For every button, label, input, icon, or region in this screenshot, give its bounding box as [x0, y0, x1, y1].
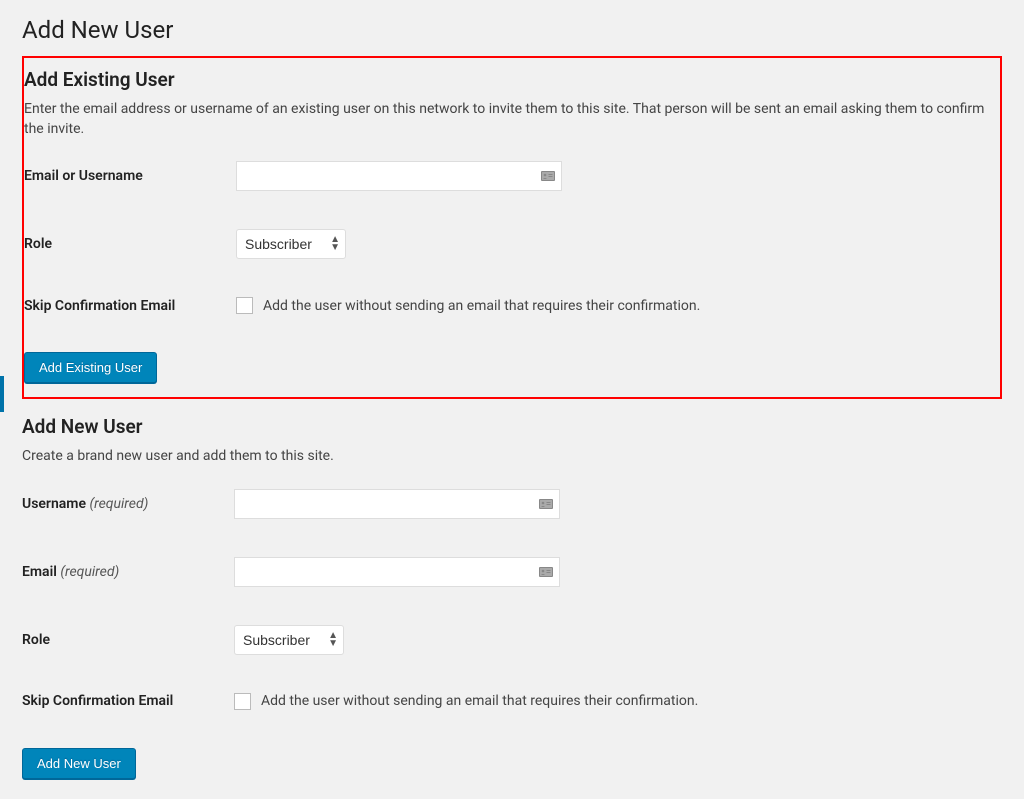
page-title: Add New User	[22, 16, 1002, 44]
add-existing-user-button[interactable]: Add Existing User	[24, 352, 157, 383]
add-existing-user-section: Add Existing User Enter the email addres…	[22, 56, 1002, 399]
existing-description: Enter the email address or username of a…	[24, 100, 992, 139]
new-email-required: (required)	[60, 564, 119, 580]
existing-role-select[interactable]: Subscriber	[236, 229, 346, 259]
existing-heading: Add Existing User	[24, 68, 992, 91]
new-skip-checkbox[interactable]	[234, 693, 251, 710]
new-skip-label: Skip Confirmation Email	[22, 693, 234, 709]
sidebar-active-indicator	[0, 376, 4, 412]
new-username-label: Username (required)	[22, 496, 234, 512]
new-skip-help: Add the user without sending an email th…	[261, 693, 698, 709]
new-role-select[interactable]: Subscriber	[234, 625, 344, 655]
new-role-label: Role	[22, 632, 234, 648]
new-username-label-text: Username	[22, 496, 86, 512]
new-description: Create a brand new user and add them to …	[22, 447, 1002, 467]
existing-email-input[interactable]	[236, 161, 562, 191]
existing-skip-label: Skip Confirmation Email	[24, 298, 236, 314]
new-heading: Add New User	[22, 415, 1002, 438]
new-email-label-text: Email	[22, 564, 57, 580]
existing-skip-checkbox[interactable]	[236, 297, 253, 314]
new-email-input[interactable]	[234, 557, 560, 587]
existing-email-label: Email or Username	[24, 168, 236, 184]
add-new-user-button[interactable]: Add New User	[22, 748, 136, 779]
new-username-required: (required)	[89, 496, 148, 512]
existing-skip-help: Add the user without sending an email th…	[263, 298, 700, 314]
add-new-user-section: Add New User Create a brand new user and…	[22, 411, 1002, 779]
new-email-label: Email (required)	[22, 564, 234, 580]
existing-role-label: Role	[24, 236, 236, 252]
new-username-input[interactable]	[234, 489, 560, 519]
